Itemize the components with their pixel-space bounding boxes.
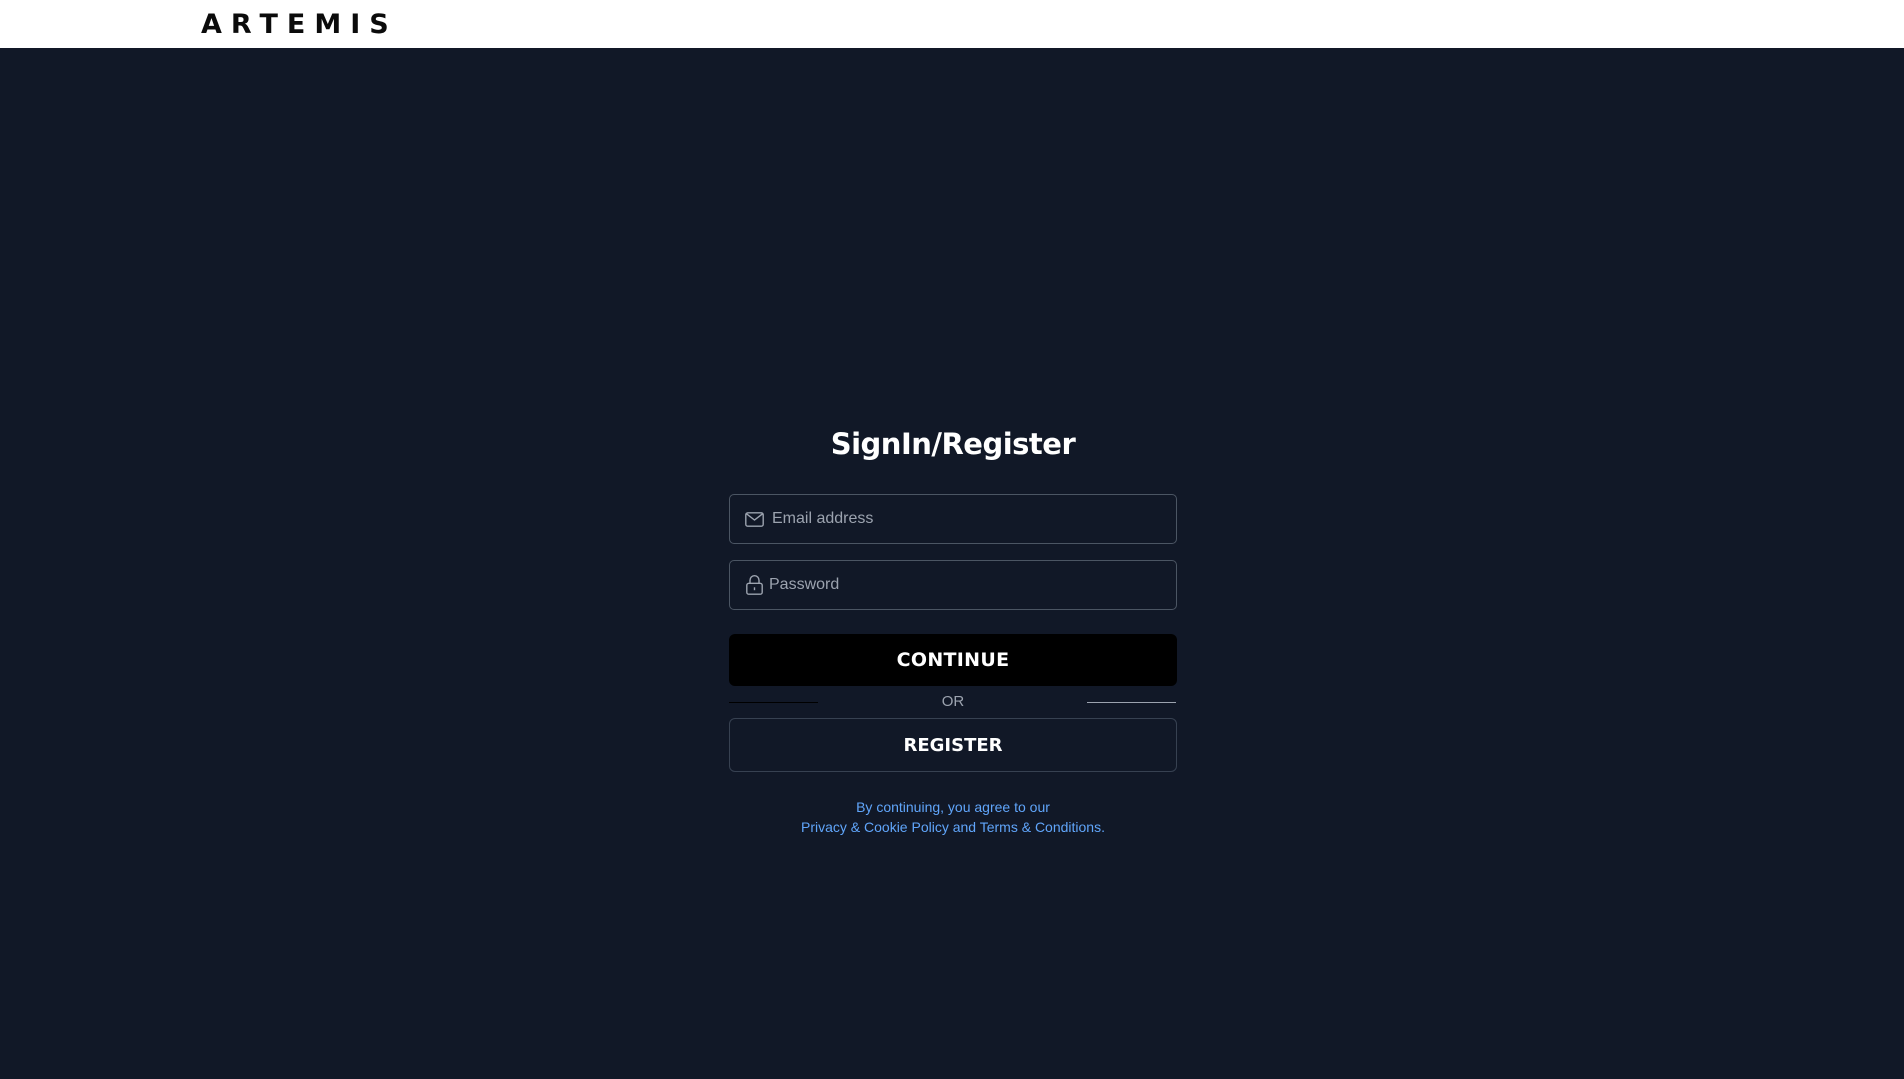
divider-line-right — [1087, 702, 1176, 703]
mail-icon — [743, 508, 765, 530]
continue-button[interactable]: CONTINUE — [729, 634, 1177, 686]
privacy-cookie-policy-link[interactable]: Privacy & Cookie Policy — [801, 819, 949, 835]
email-field-wrapper — [729, 494, 1177, 544]
legal-and-text: and — [948, 819, 980, 835]
or-divider: OR — [729, 686, 1177, 718]
artemis-logo[interactable]: ARTEMIS — [201, 9, 398, 41]
register-button[interactable]: REGISTER — [729, 718, 1177, 772]
legal-intro-text: By continuing, you agree to our — [856, 799, 1050, 815]
legal-notice: By continuing, you agree to our Privacy … — [729, 797, 1177, 837]
lock-icon — [743, 574, 765, 596]
top-header: ARTEMIS — [0, 0, 1904, 48]
terms-conditions-link[interactable]: Terms & Conditions — [980, 819, 1101, 835]
legal-period: . — [1101, 819, 1105, 835]
main-content: SignIn/Register CONTINUE — [0, 48, 1904, 1079]
signin-form: SignIn/Register CONTINUE — [729, 424, 1177, 837]
password-input[interactable] — [765, 561, 1176, 609]
password-field-wrapper — [729, 560, 1177, 610]
legal-links-line: Privacy & Cookie Policy and Terms & Cond… — [729, 817, 1177, 837]
page-title: SignIn/Register — [830, 427, 1076, 461]
email-input[interactable] — [765, 495, 1176, 543]
